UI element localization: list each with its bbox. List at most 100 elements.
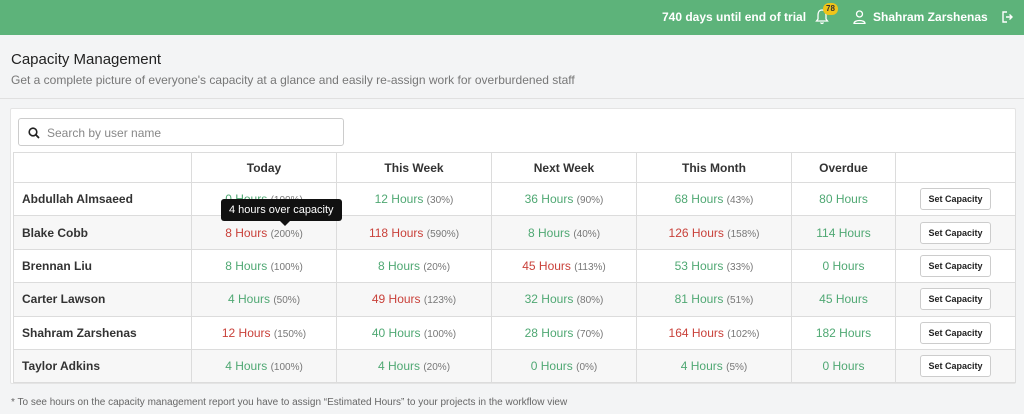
overdue-cell: 114 Hours [791,215,896,250]
hours-value: 4 Hours [227,292,270,307]
this-month-cell: 126 Hours (158%) [636,215,792,250]
table-row: Shahram Zarshenas 12 Hours (150%) 40 Hours… [13,315,1016,350]
capacity-percent: (113%) [574,261,606,273]
top-bar: 740 days until end of trial 78 Shahram Z… [0,0,1024,35]
this-month-cell: 4 Hours (5%) [636,348,792,384]
user-name-cell: Brennan Liu [13,248,192,284]
hours-value: 45 Hours [522,258,571,273]
overdue-hours: 0 Hours [822,359,865,374]
user-name-cell: Taylor Adkins [13,348,192,384]
capacity-percent: (590%) [426,228,460,240]
this-week-cell: 8 Hours (20%) [336,248,492,284]
capacity-percent: (123%) [423,295,457,307]
overdue-cell: 0 Hours [791,248,896,284]
this-week-cell: 12 Hours (30%) [336,181,492,217]
table-row: Blake Cobb 8 Hours (200%) 118 Hours (590%)… [13,215,1016,250]
overdue-hours: 80 Hours [819,192,868,207]
logout-icon[interactable] [1002,11,1014,23]
set-capacity-button[interactable]: Set Capacity [920,321,991,344]
capacity-percent: (33%) [726,261,754,273]
capacity-percent: (5%) [726,362,748,374]
hours-value: 164 Hours [668,325,724,340]
hours-value: 49 Hours [371,292,421,307]
table-row: Brennan Liu 8 Hours (100%) 8 Hours (20%) 45… [13,248,1016,284]
hours-value: 68 Hours [674,192,724,207]
hours-value: 0 Hours [530,359,573,374]
actions-cell: Set Capacity [895,315,1016,350]
this-month-cell: 53 Hours (33%) [636,248,792,284]
hours-value: 8 Hours [377,258,420,273]
capacity-percent: (100%) [270,362,303,374]
next-week-cell: 32 Hours (80%) [491,282,637,317]
overdue-cell: 45 Hours [791,282,896,317]
overdue-hours: 45 Hours [819,292,868,307]
capacity-percent: (30%) [426,195,454,207]
capacity-percent: (43%) [726,195,754,207]
next-week-cell: 45 Hours (113%) [491,248,637,284]
hours-value: 32 Hours [524,292,574,307]
user-name-cell: Carter Lawson [13,282,192,317]
next-week-cell: 8 Hours (40%) [491,215,637,250]
actions-cell: Set Capacity [895,181,1016,217]
notification-badge[interactable]: 78 [823,3,838,15]
col-header-name [13,152,192,183]
this-month-cell: 81 Hours (51%) [636,282,792,317]
next-week-cell: 28 Hours (70%) [491,315,637,350]
set-capacity-button[interactable]: Set Capacity [920,254,991,277]
set-capacity-button[interactable]: Set Capacity [920,288,991,311]
hours-value: 118 Hours [368,225,424,240]
hours-value: 53 Hours [674,258,724,273]
table-header-row: Today This Week Next Week This Month Ove… [13,152,1016,183]
capacity-percent: (20%) [423,261,451,273]
set-capacity-button[interactable]: Set Capacity [920,355,991,378]
capacity-percent: (102%) [727,328,760,340]
hours-value: 4 Hours [680,359,723,374]
user-icon [853,10,866,24]
capacity-percent: (150%) [273,328,307,340]
capacity-tooltip: 4 hours over capacity [221,199,342,226]
capacity-percent: (51%) [726,295,754,307]
capacity-percent: (158%) [727,228,760,240]
search-box[interactable] [18,118,344,146]
col-header-actions [895,152,1016,183]
set-capacity-button[interactable]: Set Capacity [920,221,991,244]
actions-cell: Set Capacity [895,215,1016,250]
capacity-percent: (80%) [576,295,604,307]
search-input[interactable] [47,123,337,143]
table-row: Taylor Adkins 4 Hours (100%) 4 Hours (20%)… [13,348,1016,384]
col-header-next-week: Next Week [491,152,637,183]
user-name-cell: Shahram Zarshenas [13,315,192,350]
today-cell: 12 Hours (150%) [191,315,337,350]
hours-value: 12 Hours [221,325,271,340]
capacity-percent: (200%) [270,228,303,240]
hours-value: 40 Hours [371,325,421,340]
next-week-cell: 0 Hours (0%) [491,348,637,384]
capacity-percent: (90%) [576,195,604,207]
overdue-hours: 182 Hours [815,325,872,340]
this-week-cell: 49 Hours (123%) [336,282,492,317]
page-subtitle: Get a complete picture of everyone's cap… [11,73,575,87]
user-name-cell: Blake Cobb [13,215,192,250]
hours-value: 28 Hours [524,325,574,340]
user-name-cell: Abdullah Almsaeed [13,181,192,217]
capacity-percent: (0%) [576,362,598,374]
capacity-percent: (40%) [573,228,601,240]
capacity-percent: (100%) [423,328,457,340]
capacity-percent: (50%) [273,295,301,307]
next-week-cell: 36 Hours (90%) [491,181,637,217]
page-header: Capacity Management Get a complete pictu… [0,35,1024,99]
overdue-cell: 182 Hours [791,315,896,350]
this-month-cell: 164 Hours (102%) [636,315,792,350]
set-capacity-button[interactable]: Set Capacity [920,188,991,211]
capacity-percent: (70%) [576,328,604,340]
hours-value: 8 Hours [225,225,268,240]
this-week-cell: 118 Hours (590%) [336,215,492,250]
today-cell: 4 Hours (50%) [191,282,337,317]
user-menu[interactable]: Shahram Zarshenas [873,10,988,24]
hours-value: 4 Hours [377,359,420,374]
col-header-this-month: This Month [636,152,792,183]
hours-value: 81 Hours [674,292,724,307]
table-row: Carter Lawson 4 Hours (50%) 49 Hours (123%… [13,282,1016,317]
capacity-panel: Today This Week Next Week This Month Ove… [10,108,1016,384]
capacity-percent: (100%) [270,261,303,273]
